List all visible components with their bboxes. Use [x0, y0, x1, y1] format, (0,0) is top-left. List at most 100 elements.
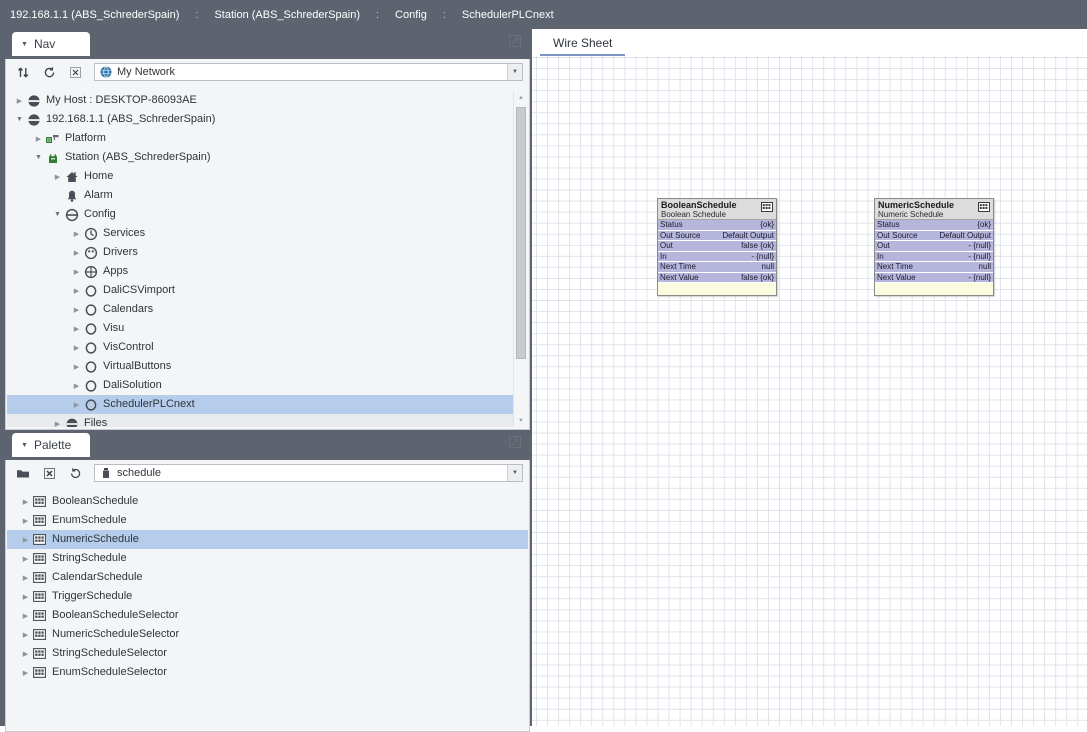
nav-tree-item-virtualbuttons[interactable]: ▶ VirtualButtons — [7, 357, 528, 376]
chevron-right-icon[interactable]: ▶ — [19, 533, 32, 546]
nav-tree-item-services[interactable]: ▶ Services — [7, 224, 528, 243]
nav-tree-item-dalicsvimport[interactable]: ▶ DaliCSVimport — [7, 281, 528, 300]
wire-block-booleanschedule[interactable]: BooleanSchedule Boolean Schedule Status {ok… — [657, 198, 777, 296]
nav-maximize-icon[interactable] — [508, 34, 522, 48]
wire-block-property-row[interactable]: Next Time null — [658, 262, 776, 273]
chevron-right-icon[interactable]: ▶ — [32, 132, 45, 145]
nav-tree-item-192-168-1-1-abs-schrederspain[interactable]: ▼ 192.168.1.1 (ABS_SchrederSpain) — [7, 110, 528, 129]
chevron-right-icon[interactable]: ▶ — [70, 379, 83, 392]
chevron-down-icon[interactable]: ▼ — [514, 414, 528, 427]
nav-tree-item-files[interactable]: ▶ Files — [7, 414, 528, 427]
refresh-icon[interactable] — [38, 62, 60, 82]
breadcrumb-item[interactable]: Config — [393, 9, 429, 21]
palette-item-enumscheduleselector[interactable]: ▶ EnumScheduleSelector — [7, 663, 528, 682]
palette-item-calendarschedule[interactable]: ▶ CalendarSchedule — [7, 568, 528, 587]
nav-tree[interactable]: ▶ My Host : DESKTOP-86093AE ▼ 192.168.1.1 (… — [7, 91, 528, 427]
nav-tree-item-platform[interactable]: ▶ Platform — [7, 129, 528, 148]
palette-module-combo[interactable]: schedule ▼ — [94, 464, 523, 482]
tab-nav[interactable]: ▼ Nav — [12, 32, 90, 56]
palette-item-stringschedule[interactable]: ▶ StringSchedule — [7, 549, 528, 568]
sort-arrows-icon[interactable] — [12, 62, 34, 82]
breadcrumb-item[interactable]: Station (ABS_SchrederSpain) — [212, 9, 362, 21]
chevron-right-icon[interactable]: ▶ — [19, 628, 32, 641]
wire-block-property-row[interactable]: Next Time null — [875, 262, 993, 273]
chevron-right-icon[interactable]: ▶ — [70, 303, 83, 316]
wire-block-property-row[interactable]: Next Value false {ok} — [658, 272, 776, 283]
nav-scrollbar[interactable]: ▲ ▼ — [513, 91, 528, 427]
nav-tree-item-schedulerplcnext[interactable]: ▶ SchedulerPLCnext — [7, 395, 528, 414]
nav-tree-item-alarm[interactable]: ▶Alarm — [7, 186, 528, 205]
nav-tree-item-calendars[interactable]: ▶ Calendars — [7, 300, 528, 319]
chevron-down-icon[interactable]: ▼ — [507, 64, 522, 80]
wire-block-property-row[interactable]: In - {null} — [658, 251, 776, 262]
wire-sheet-canvas[interactable]: BooleanSchedule Boolean Schedule Status {ok… — [532, 56, 1087, 726]
chevron-right-icon[interactable]: ▶ — [19, 495, 32, 508]
close-box-icon[interactable] — [38, 463, 60, 483]
chevron-right-icon[interactable]: ▶ — [13, 94, 26, 107]
nav-tree-item-apps[interactable]: ▶ Apps — [7, 262, 528, 281]
chevron-right-icon[interactable]: ▶ — [70, 398, 83, 411]
close-box-icon[interactable] — [64, 62, 86, 82]
chevron-down-icon[interactable]: ▼ — [507, 465, 522, 481]
palette-item-numericschedule[interactable]: ▶ NumericSchedule — [7, 530, 528, 549]
chevron-right-icon[interactable]: ▶ — [19, 590, 32, 603]
wire-block-header[interactable]: NumericSchedule Numeric Schedule — [875, 199, 993, 220]
nav-tree-item-my-host-desktop-86093ae[interactable]: ▶ My Host : DESKTOP-86093AE — [7, 91, 528, 110]
nav-tree-item-drivers[interactable]: ▶ Drivers — [7, 243, 528, 262]
chevron-up-icon[interactable]: ▲ — [514, 91, 528, 104]
nav-tree-item-dalisolution[interactable]: ▶ DaliSolution — [7, 376, 528, 395]
wire-block-footer[interactable] — [658, 283, 776, 295]
palette-list[interactable]: ▶ BooleanSchedule ▶ EnumSchedule ▶ NumericSch… — [7, 492, 528, 729]
palette-item-stringscheduleselector[interactable]: ▶ StringScheduleSelector — [7, 644, 528, 663]
chevron-down-icon[interactable]: ▼ — [32, 151, 45, 164]
chevron-down-icon[interactable]: ▼ — [13, 113, 26, 126]
nav-tree-item-home[interactable]: ▶ Home — [7, 167, 528, 186]
wire-block-property-row[interactable]: Status {ok} — [875, 220, 993, 231]
wire-block-footer[interactable] — [875, 283, 993, 295]
chevron-right-icon[interactable]: ▶ — [19, 647, 32, 660]
chevron-right-icon[interactable]: ▶ — [19, 666, 32, 679]
chevron-right-icon[interactable]: ▶ — [19, 552, 32, 565]
wire-block-property-row[interactable]: Next Value - {null} — [875, 272, 993, 283]
chevron-right-icon[interactable]: ▶ — [51, 417, 64, 428]
breadcrumb-item[interactable]: 192.168.1.1 (ABS_SchrederSpain) — [8, 9, 181, 21]
chevron-right-icon[interactable]: ▶ — [19, 609, 32, 622]
palette-item-label: NumericSchedule — [52, 533, 139, 545]
chevron-right-icon[interactable]: ▶ — [70, 341, 83, 354]
network-combo[interactable]: My Network ▼ — [94, 63, 523, 81]
chevron-right-icon[interactable]: ▶ — [70, 227, 83, 240]
history-icon[interactable] — [64, 463, 86, 483]
chevron-right-icon[interactable]: ▶ — [70, 246, 83, 259]
palette-item-booleanschedule[interactable]: ▶ BooleanSchedule — [7, 492, 528, 511]
chevron-down-icon[interactable]: ▼ — [51, 208, 64, 221]
wire-block-property-row[interactable]: Out Source Default Output — [875, 230, 993, 241]
nav-tree-item-visu[interactable]: ▶ Visu — [7, 319, 528, 338]
chevron-right-icon[interactable]: ▶ — [19, 514, 32, 527]
wire-block-property-row[interactable]: In - {null} — [875, 251, 993, 262]
chevron-right-icon[interactable]: ▶ — [70, 284, 83, 297]
nav-tree-item-config[interactable]: ▼ Config — [7, 205, 528, 224]
chevron-right-icon[interactable]: ▶ — [70, 322, 83, 335]
chevron-right-icon[interactable]: ▶ — [19, 571, 32, 584]
palette-item-booleanscheduleselector[interactable]: ▶ BooleanScheduleSelector — [7, 606, 528, 625]
wire-block-property-row[interactable]: Out false {ok} — [658, 241, 776, 252]
wire-block-header[interactable]: BooleanSchedule Boolean Schedule — [658, 199, 776, 220]
chevron-right-icon[interactable]: ▶ — [70, 265, 83, 278]
palette-item-numericscheduleselector[interactable]: ▶ NumericScheduleSelector — [7, 625, 528, 644]
palette-maximize-icon[interactable] — [508, 435, 522, 449]
wire-block-property-row[interactable]: Out - {null} — [875, 241, 993, 252]
wire-block-property-row[interactable]: Out Source Default Output — [658, 230, 776, 241]
palette-item-enumschedule[interactable]: ▶ EnumSchedule — [7, 511, 528, 530]
chevron-right-icon[interactable]: ▶ — [51, 170, 64, 183]
chevron-right-icon[interactable]: ▶ — [70, 360, 83, 373]
tab-palette[interactable]: ▼ Palette — [12, 433, 90, 457]
palette-item-triggerschedule[interactable]: ▶ TriggerSchedule — [7, 587, 528, 606]
scrollbar-thumb[interactable] — [516, 107, 526, 359]
breadcrumb-item[interactable]: SchedulerPLCnext — [460, 9, 556, 21]
wire-block-numericschedule[interactable]: NumericSchedule Numeric Schedule Status {ok… — [874, 198, 994, 296]
tab-wire-sheet[interactable]: Wire Sheet — [540, 32, 626, 56]
folder-open-icon[interactable] — [12, 463, 34, 483]
wire-block-property-row[interactable]: Status {ok} — [658, 220, 776, 231]
nav-tree-item-station-abs-schrederspain[interactable]: ▼ Station (ABS_SchrederSpain) — [7, 148, 528, 167]
nav-tree-item-viscontrol[interactable]: ▶ VisControl — [7, 338, 528, 357]
